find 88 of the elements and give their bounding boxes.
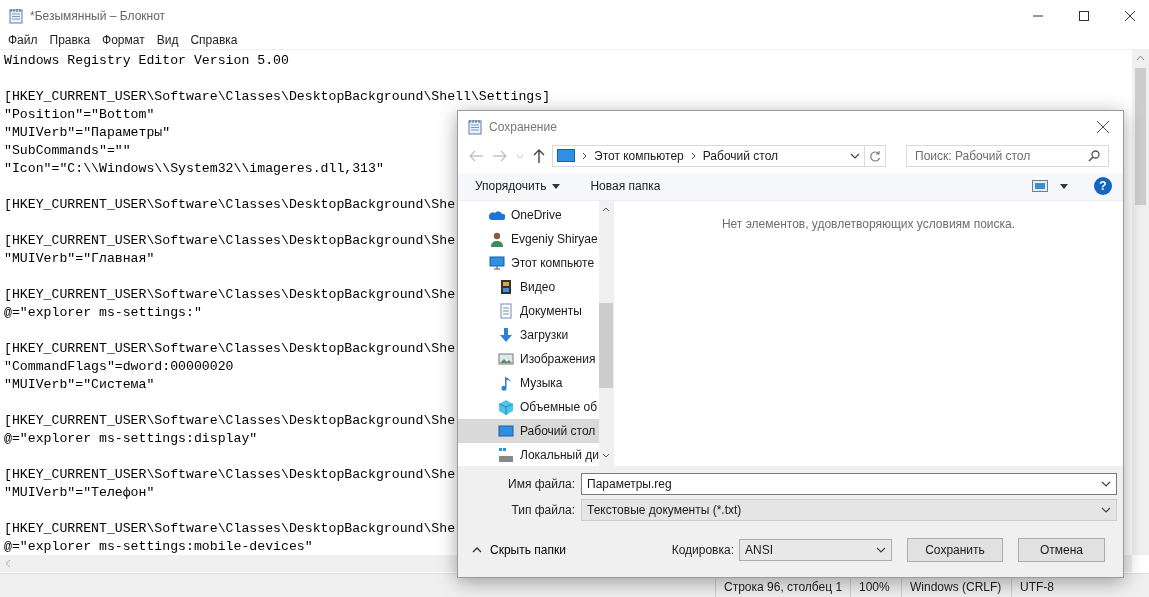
field-label: Тип файла: (510, 503, 576, 517)
desktop-icon (498, 423, 514, 439)
text-line: "Icon"="C:\\Windows\\System32\\imageres.dll,313" (4, 160, 384, 179)
menu-item[interactable]: Справка (184, 33, 244, 48)
text-line: [HKEY_CURRENT_USER\Software\Classes\DesktopBackground\She (4, 340, 456, 359)
up-arrow-icon (532, 147, 546, 164)
text-line: "Position"="Bottom" (4, 106, 155, 125)
dialog-title: Сохранение (489, 119, 558, 134)
refresh-icon (869, 149, 881, 162)
drive-icon (498, 447, 514, 463)
desktop-icon (557, 148, 575, 163)
breadcrumb-item[interactable]: Рабочий стол (702, 148, 779, 163)
menu-item[interactable]: Вид (150, 33, 185, 48)
nav-item[interactable]: OneDrive (458, 203, 599, 227)
view-icon (1032, 180, 1048, 193)
cancel-button[interactable]: Отмена (1018, 538, 1105, 562)
document-icon (498, 303, 514, 319)
nav-item[interactable]: Локальный ди (458, 443, 599, 466)
chevron-down-icon (1101, 479, 1111, 489)
user-icon (489, 231, 505, 247)
field-label: Кодировка: (671, 543, 734, 557)
text-line: [HKEY_CURRENT_USER\Software\Classes\DesktopBackground\She (4, 286, 456, 305)
text-line: "MUIVerb"="Параметры" (4, 124, 171, 143)
chevron-down-icon (1101, 505, 1111, 515)
text-line: [HKEY_CURRENT_USER\Software\Classes\DesktopBackground\She (4, 412, 456, 431)
breadcrumb-item[interactable]: Этот компьютер (594, 148, 684, 163)
view-options-button[interactable] (1032, 180, 1068, 193)
text-line: "MUIVerb"="Система" (4, 376, 155, 395)
menu-item[interactable]: Формат (96, 33, 151, 48)
nav-item[interactable]: Объемные об (458, 395, 599, 419)
hide-folders-button[interactable]: Скрыть папки (458, 543, 566, 557)
text-line: [HKEY_CURRENT_USER\Software\Classes\DesktopBackground\She (4, 196, 456, 215)
nav-item[interactable]: Загрузки (458, 323, 599, 347)
window-title: *Безымянный – Блокнот (30, 8, 167, 23)
notepad-icon (467, 118, 483, 135)
address-bar[interactable]: Этот компьютер Рабочий стол (552, 144, 865, 167)
encoding-dropdown[interactable]: ANSI (739, 539, 892, 561)
down-arrow-icon (498, 327, 514, 343)
caret-icon (552, 183, 561, 189)
chevron-up-icon (472, 547, 482, 553)
monitor-icon (489, 255, 505, 271)
status-field: 100% (859, 580, 890, 594)
text-line: [HKEY_CURRENT_USER\Software\Classes\DesktopBackground\She (4, 466, 456, 485)
text-line: "MUIVerb"="Телефон" (4, 484, 155, 503)
nav-item[interactable]: Evgeniy Shiryae (458, 227, 599, 251)
text-line: [HKEY_CURRENT_USER\Software\Classes\DesktopBackground\Shell\Settings] (4, 88, 551, 107)
menu-item[interactable]: Файл (2, 33, 44, 48)
close-icon (1097, 120, 1109, 133)
text-line: [HKEY_CURRENT_USER\Software\Classes\DesktopBackground\She (4, 520, 456, 539)
status-field: Windows (CRLF) (910, 580, 1002, 594)
chevron-down-icon (876, 545, 886, 555)
status-field: UTF-8 (1020, 580, 1054, 594)
empty-message: Нет элементов, удовлетворяющих условиям поиска. (721, 217, 1016, 233)
text-line: @="explorer ms-settings:" (4, 304, 202, 323)
chevron-right-icon (582, 151, 587, 160)
menu-item[interactable]: Правка (43, 33, 97, 48)
notepad-icon (8, 7, 24, 24)
file-type-dropdown[interactable]: Текстовые документы (*.txt) (581, 499, 1117, 521)
nav-item[interactable]: Видео (458, 275, 599, 299)
maximize-icon (1079, 10, 1089, 21)
close-icon (1125, 10, 1135, 21)
filename-field[interactable]: Параметры.reg (581, 473, 1117, 495)
search-field[interactable]: Поиск: Рабочий стол (906, 144, 1109, 167)
text-line: "CommandFlags"=dword:00000020 (4, 358, 234, 377)
cube-icon (498, 399, 514, 415)
nav-item[interactable]: Рабочий стол (458, 419, 599, 443)
up-button[interactable] (532, 147, 546, 164)
help-button[interactable]: ? (1094, 177, 1112, 196)
picture-icon (498, 351, 514, 367)
text-line: [HKEY_CURRENT_USER\Software\Classes\DesktopBackground\She (4, 232, 456, 251)
film-icon (498, 279, 514, 295)
field-label: Имя файла: (507, 477, 576, 491)
text-line: "SubCommands"="" (4, 142, 131, 161)
toolbar-button[interactable]: Новая папка (590, 179, 661, 194)
text-line: Windows Registry Editor Version 5.00 (4, 52, 289, 71)
save-button[interactable]: Сохранить (907, 538, 1003, 562)
search-icon (1088, 149, 1100, 162)
nav-item[interactable]: Документы (458, 299, 599, 323)
nav-item[interactable]: Музыка (458, 371, 599, 395)
nav-item[interactable]: Этот компьюте (458, 251, 599, 275)
chevron-right-icon (690, 151, 696, 160)
nav-item[interactable]: Изображения (458, 347, 599, 371)
caret-icon (1060, 183, 1068, 189)
text-line: @="explorer ms-settings:mobile-devices" (4, 538, 313, 556)
text-line: "MUIVerb"="Главная" (4, 250, 155, 269)
toolbar-button[interactable]: Упорядочить (475, 179, 561, 194)
status-field: Строка 96, столбец 1 (724, 580, 843, 594)
text-line: @="explorer ms-settings:display" (4, 430, 258, 449)
